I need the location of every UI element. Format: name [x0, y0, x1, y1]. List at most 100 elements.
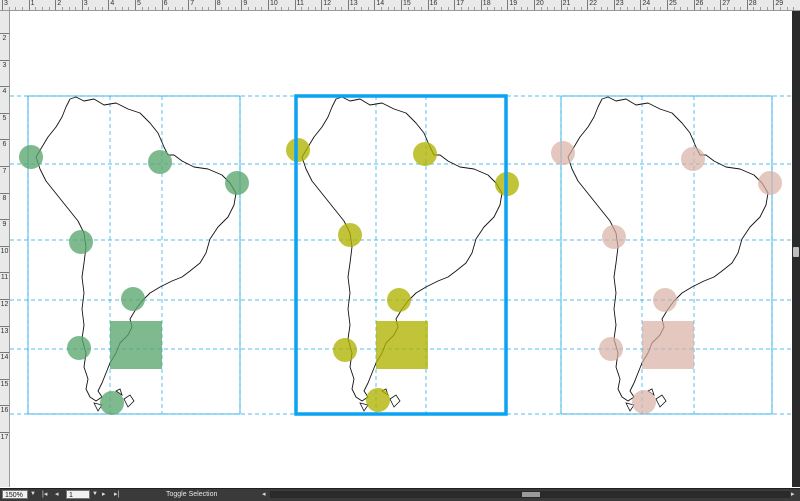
horizontal-scroll-thumb[interactable]: [522, 492, 540, 497]
first-page-icon[interactable]: |◂: [42, 489, 47, 500]
ruler-subtick: [154, 7, 156, 10]
map-panel-middle: [286, 94, 519, 416]
location-marker: [286, 138, 310, 162]
ruler-label: 15: [0, 380, 9, 388]
ruler-label: 4: [110, 0, 115, 7]
location-marker: [366, 388, 390, 412]
ruler-subtick: [394, 7, 396, 10]
ruler-subtick: [407, 7, 409, 10]
location-marker: [551, 141, 575, 165]
zoom-level-field[interactable]: 150%: [2, 490, 28, 499]
ruler-subtick: [221, 7, 223, 10]
ruler-label: 2: [2, 35, 7, 42]
ruler-subtick: [414, 7, 416, 10]
ruler-subtick: [254, 7, 256, 10]
ruler-label: 23: [615, 0, 624, 7]
vertical-ruler[interactable]: 2 3 4 5 6 7 8 9 10 11 12 13 14 15 16 17: [0, 11, 10, 487]
vertical-scrollbar[interactable]: [792, 11, 800, 487]
ruler-label: 17: [456, 0, 464, 7]
chevron-down-icon[interactable]: ▼: [29, 490, 37, 499]
ruler-label: 10: [0, 247, 9, 255]
ruler-label: 8: [216, 0, 221, 7]
vertical-scroll-thumb[interactable]: [793, 247, 799, 257]
location-marker: [100, 391, 124, 415]
ruler-subtick: [540, 7, 542, 10]
ruler-subtick: [740, 7, 742, 10]
ruler-tick: [0, 166, 9, 167]
ruler-label: 10: [270, 0, 278, 7]
ruler-tick: [0, 378, 9, 380]
ruler-label: 2: [57, 0, 62, 7]
horizontal-ruler[interactable]: 3 1 2 3 4 5 6 7 8 9 10 11 12 13 14 15 16 17 18 19 20 21 22 23 24…: [0, 0, 800, 11]
location-marker: [653, 288, 677, 312]
ruler-subtick: [354, 7, 356, 10]
ruler-subtick: [148, 7, 150, 10]
ruler-subtick: [447, 7, 449, 10]
scroll-right-icon[interactable]: ▸: [791, 489, 795, 500]
document-canvas[interactable]: [10, 11, 792, 487]
ruler-label: 6: [163, 0, 168, 7]
ruler-label: 24: [642, 0, 651, 7]
ruler-subtick: [440, 7, 442, 10]
last-page-icon[interactable]: ▸|: [114, 489, 119, 500]
ruler-subtick: [706, 7, 708, 10]
ruler-tick: [0, 352, 9, 354]
ruler-subtick: [201, 7, 203, 10]
location-marker: [413, 142, 437, 166]
ruler-subtick: [88, 7, 90, 10]
ruler-subtick: [733, 7, 735, 10]
ruler-subtick: [341, 7, 343, 10]
ruler-subtick: [174, 7, 176, 10]
island-path: [123, 394, 135, 408]
ruler-subtick: [653, 7, 655, 10]
ruler-label: 18: [482, 0, 491, 7]
ruler-subtick: [520, 7, 522, 10]
ruler-label: 25: [669, 0, 677, 7]
ruler-label: 17: [0, 434, 9, 441]
horizontal-scrollbar[interactable]: [270, 491, 790, 498]
ruler-label: 13: [0, 327, 9, 335]
ruler-tick: [0, 405, 9, 407]
ruler-subtick: [287, 7, 289, 10]
ruler-label: 9: [2, 221, 7, 229]
prev-page-icon[interactable]: ◂: [55, 489, 59, 500]
ruler-subtick: [573, 7, 575, 10]
ruler-subtick: [128, 7, 130, 10]
region-box: [642, 321, 694, 369]
scroll-left-icon[interactable]: ◂: [262, 489, 266, 500]
ruler-subtick: [15, 7, 17, 10]
ruler-subtick: [75, 7, 77, 10]
ruler-subtick: [361, 7, 363, 10]
next-page-icon[interactable]: ▸: [102, 489, 106, 500]
location-marker: [225, 171, 249, 195]
page-number-field[interactable]: 1: [66, 490, 90, 499]
location-marker: [69, 230, 93, 254]
ruler-subtick: [547, 7, 549, 10]
ruler-tick: [0, 325, 9, 327]
toggle-selection-label[interactable]: Toggle Selection: [166, 489, 217, 500]
ruler-subtick: [101, 7, 103, 10]
ruler-label: 3: [2, 61, 7, 69]
ruler-subtick: [514, 7, 516, 10]
ruler-subtick: [700, 7, 702, 10]
ruler-subtick: [95, 7, 97, 10]
ruler-label: 12: [323, 0, 331, 7]
ruler-subtick: [387, 7, 389, 10]
ruler-subtick: [434, 7, 436, 10]
ruler-label: 13: [349, 0, 358, 7]
ruler-subtick: [753, 7, 755, 10]
ruler-subtick: [500, 7, 502, 10]
ruler-tick: [0, 86, 9, 88]
ruler-subtick: [281, 7, 283, 10]
ruler-tick: [0, 272, 9, 274]
ruler-subtick: [68, 7, 70, 10]
ruler-label: 28: [748, 0, 757, 7]
ruler-subtick: [627, 7, 629, 10]
region-box: [376, 321, 428, 369]
ruler-subtick: [327, 7, 329, 10]
ruler-subtick: [580, 7, 582, 10]
chevron-down-icon[interactable]: ▼: [91, 490, 99, 499]
ruler-label: 8: [2, 194, 7, 202]
ruler-label: 3: [83, 0, 88, 7]
location-marker: [758, 171, 782, 195]
